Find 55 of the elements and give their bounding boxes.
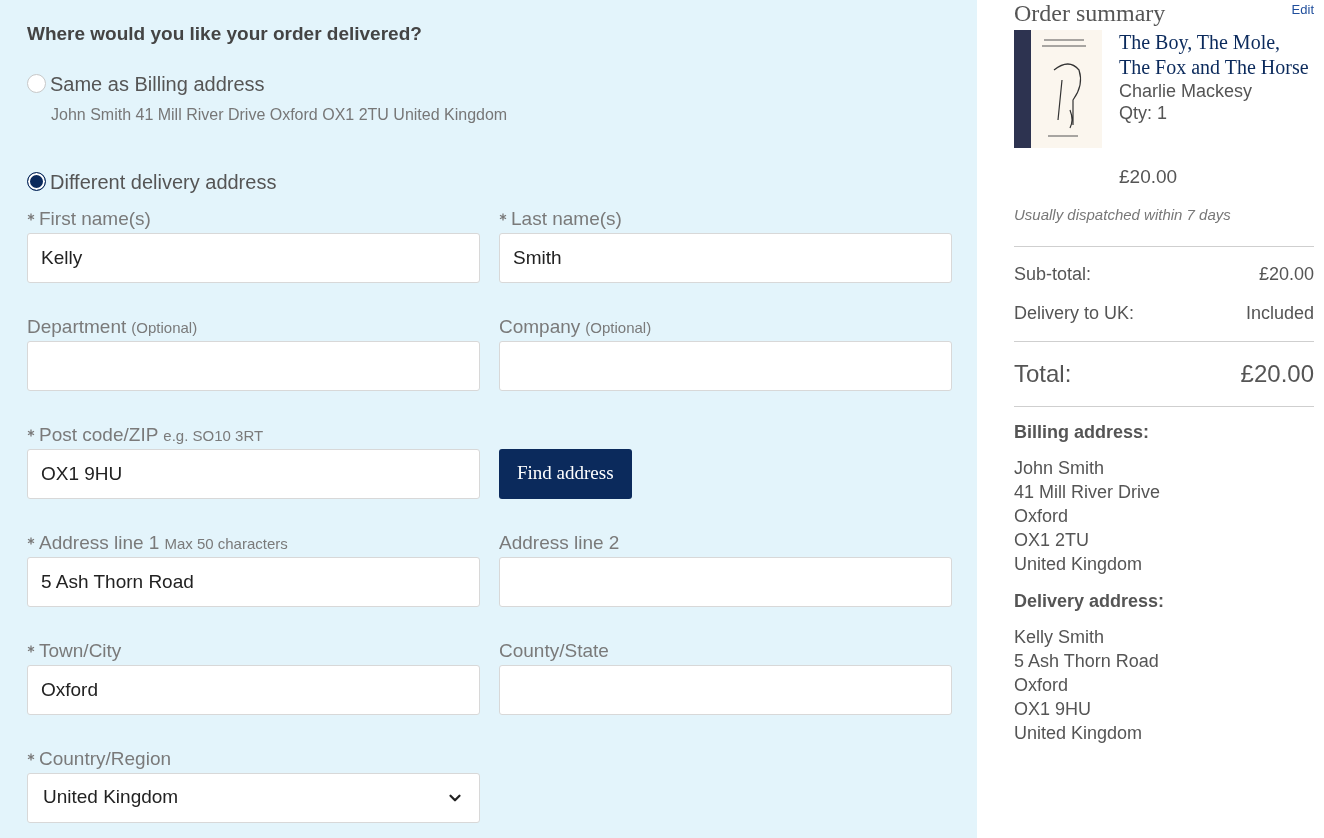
field-hint: (Optional)	[131, 317, 198, 338]
field-hint: e.g. SO10 3RT	[163, 425, 264, 446]
text-input-field[interactable]	[499, 556, 952, 607]
text-input-field[interactable]: Kelly	[27, 232, 480, 283]
total-label: Total:	[1014, 359, 1072, 389]
field-label: First name(s)	[39, 206, 151, 231]
address-line: United Kingdom	[1014, 553, 1144, 576]
address-heading: Billing address:	[1014, 421, 1151, 444]
address-line: Kelly Smith	[1014, 626, 1106, 649]
summary-label: Delivery to UK:	[1014, 302, 1135, 325]
address-line: 41 Mill River Drive	[1014, 481, 1162, 504]
address-heading: Delivery address:	[1014, 590, 1166, 613]
edit-link[interactable]: Edit	[1291, 0, 1314, 20]
field-label: Last name(s)	[511, 206, 622, 231]
field-label: Address line 2	[499, 530, 620, 555]
address-line: John Smith	[1014, 457, 1106, 480]
section-heading: Where would you like your order delivered?	[27, 22, 423, 46]
book-quantity: Qty: 1	[1119, 102, 1168, 124]
text-input-field[interactable]: Oxford	[27, 664, 480, 715]
text-input-field[interactable]: Smith	[499, 232, 952, 283]
address-line: Oxford	[1014, 505, 1070, 528]
billing-address-summary: John Smith 41 Mill River Drive Oxford OX1 2TU United Kingdom	[51, 104, 509, 125]
dispatch-note: Usually dispatched within 7 days	[1014, 204, 1232, 225]
address-line: OX1 9HU	[1014, 698, 1093, 721]
field-label: County/State	[499, 638, 609, 663]
total-value: £20.00	[1240, 359, 1314, 389]
radio-label[interactable]: Same as Billing address	[50, 68, 265, 99]
radio-button[interactable]	[27, 172, 46, 191]
field-label: Town/City	[39, 638, 122, 663]
address-line: OX1 2TU	[1014, 529, 1091, 552]
country-select[interactable]: United Kingdom	[27, 772, 480, 823]
summary-value: Included	[1245, 302, 1314, 325]
text-input-field[interactable]	[499, 664, 952, 715]
book-price: £20.00	[1119, 165, 1179, 189]
field-hint: (Optional)	[585, 317, 652, 338]
order-summary-title: Order summary	[1014, 0, 1166, 26]
summary-value: £20.00	[1258, 263, 1314, 286]
find-address-button[interactable]: Find address	[499, 448, 632, 499]
address-line: United Kingdom	[1014, 722, 1144, 745]
text-input-field[interactable]: OX1 9HU	[27, 448, 480, 499]
address-line: 5 Ash Thorn Road	[1014, 650, 1160, 673]
text-input-field[interactable]: 5 Ash Thorn Road	[27, 556, 480, 607]
field-label: Company	[499, 314, 581, 339]
address-line: Oxford	[1014, 674, 1070, 697]
summary-label: Sub-total:	[1014, 263, 1092, 286]
field-label: Country/Region	[39, 746, 172, 771]
field-label: Post code/ZIP	[39, 422, 159, 447]
text-input-field[interactable]	[499, 340, 952, 391]
field-label: Address line 1	[39, 530, 160, 555]
field-label: Department	[27, 314, 127, 339]
book-author: Charlie Mackesy	[1119, 80, 1254, 102]
text-input-field[interactable]	[27, 340, 480, 391]
field-hint: Max 50 characters	[164, 533, 288, 554]
radio-label[interactable]: Different delivery address	[50, 166, 277, 197]
book-title-link[interactable]: The Boy, The Mole, The Fox and The Horse	[1119, 30, 1314, 80]
